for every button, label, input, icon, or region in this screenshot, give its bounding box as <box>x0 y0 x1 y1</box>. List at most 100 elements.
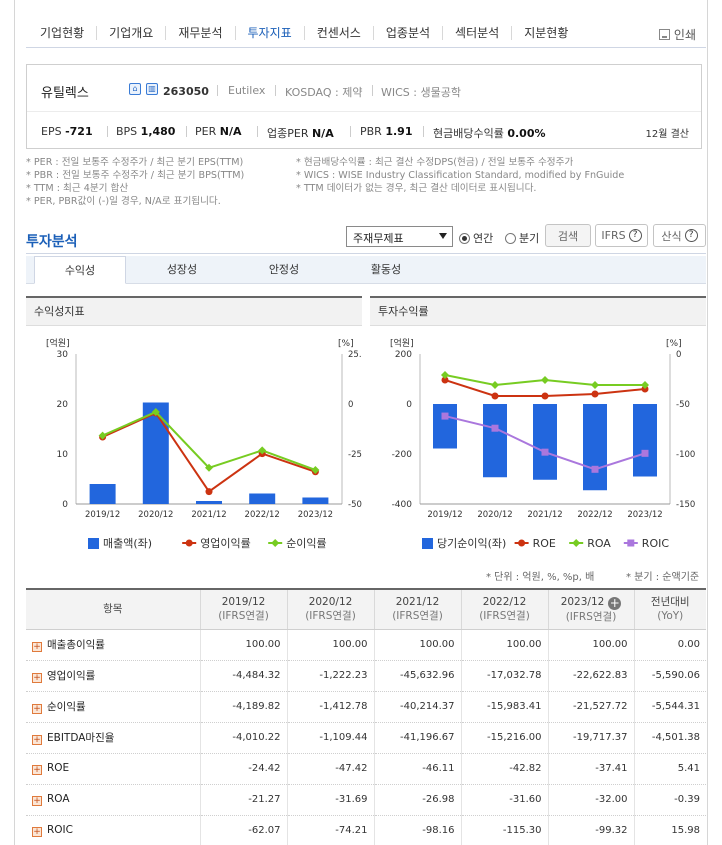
units-note: * 단위 : 억원, %, %p, 배 <box>486 572 595 583</box>
axis-unit-left: [억원] <box>46 337 70 349</box>
table-cell-yoy: -5,590.06 <box>633 660 706 692</box>
y-tick-label-right: -50. <box>348 500 362 510</box>
tab-stability[interactable]: 안정성 <box>238 256 330 284</box>
expand-row-icon[interactable]: + <box>32 704 42 714</box>
table-cell: -21,527.72 <box>547 691 634 723</box>
radio-unchecked-icon <box>505 232 516 244</box>
quarter-note: * 분기 : 순액기준 <box>626 572 700 583</box>
expand-row-icon[interactable]: + <box>32 673 42 683</box>
expand-row-icon[interactable]: + <box>32 796 42 806</box>
x-tick-label: 2020/12 <box>477 510 512 520</box>
y-tick-label-left: 10 <box>57 450 69 460</box>
divider <box>107 126 108 137</box>
table-cell-yoy: 15.98 <box>633 815 706 845</box>
notes-left: * PER : 전일 보통주 수정주가 / 최근 분기 EPS(TTM) * P… <box>26 156 244 208</box>
legend-label: ROA <box>587 537 611 550</box>
y-tick-label-right: 0 <box>348 400 353 410</box>
table-cell: -1,222.23 <box>286 660 374 692</box>
nav-item-financial-analysis[interactable]: 재무분석 <box>166 25 236 40</box>
nav-item-consensus[interactable]: 컨센서스 <box>305 25 374 40</box>
table-row: + ROIC -62.07 -74.21 -98.16 -115.30 -99.32 15.9… <box>26 815 706 845</box>
legend-label: ROE <box>533 537 556 550</box>
help-icon: ? <box>628 229 642 242</box>
statement-select-value: 주재무제표 <box>353 232 404 245</box>
expand-columns-icon[interactable]: + <box>608 596 622 610</box>
x-tick-label: 2023/12 <box>298 510 333 520</box>
nav-item-investment-indicators[interactable]: 투자지표 <box>236 25 305 40</box>
legend-marker <box>627 539 635 547</box>
radio-quarter[interactable]: 분기 <box>505 230 539 246</box>
company-summary: 유틸렉스 ⌂ ▥ 263050 Eutilex KOSDAQ : 제약 WICS… <box>26 64 702 149</box>
radio-quarter-label: 분기 <box>519 232 540 245</box>
nav-item-sector-analysis[interactable]: 섹터분석 <box>443 25 513 40</box>
x-tick-label: 2021/12 <box>191 510 226 520</box>
chart-bar <box>433 404 457 449</box>
expand-row-icon[interactable]: + <box>32 765 42 775</box>
divider <box>350 126 351 137</box>
search-button[interactable]: 검색 <box>545 224 591 247</box>
home-icon[interactable]: ⌂ <box>129 83 141 95</box>
radio-annual[interactable]: 연간 <box>459 230 493 246</box>
legend-marker <box>572 539 581 547</box>
statement-select[interactable]: 주재무제표 <box>346 226 453 247</box>
table-cell: -41,196.67 <box>373 722 461 754</box>
axis-unit-left: [억원] <box>390 337 414 349</box>
table-cell: -32.00 <box>547 784 634 816</box>
nav-item-industry-analysis[interactable]: 업종분석 <box>374 25 444 40</box>
chart-title: 수익성지표 <box>26 298 362 326</box>
expand-row-icon[interactable]: + <box>32 735 42 745</box>
y-tick-label-right: -50 <box>676 400 690 410</box>
nav-item-shareholding[interactable]: 지분현황 <box>512 26 580 40</box>
table-cell: -42.82 <box>460 753 548 785</box>
nav-item-company-status[interactable]: 기업현황 <box>26 25 98 40</box>
series-point <box>591 465 599 473</box>
series-point <box>441 412 449 420</box>
expand-row-icon[interactable]: + <box>32 827 42 837</box>
row-label[interactable]: + 매출총이익률 <box>26 629 200 661</box>
header-year: 2023/12 + (IFRS연결) <box>547 588 634 630</box>
header-year: 2021/12 (IFRS연결) <box>373 588 461 630</box>
building-icon[interactable]: ▥ <box>146 83 158 95</box>
table-cell: -46.11 <box>373 753 461 785</box>
tab-profitability[interactable]: 수익성 <box>34 256 126 284</box>
metric-dividend-yield: 현금배당수익률 0.00% <box>433 127 546 140</box>
notes-right: * 현금배당수익률 : 최근 결산 수정DPS(현금) / 전일 보통주 수정주… <box>296 156 624 195</box>
x-tick-label: 2021/12 <box>527 510 562 520</box>
table-cell: -99.32 <box>547 815 634 845</box>
table-cell: 100.00 <box>199 629 287 661</box>
series-point <box>591 381 599 389</box>
table-cell: 100.00 <box>547 629 634 661</box>
table-row: + 매출총이익률 100.00 100.00 100.00 100.00 100.00 0.0… <box>26 629 706 661</box>
tab-activity[interactable]: 활동성 <box>340 256 432 284</box>
row-label[interactable]: + ROE <box>26 753 200 785</box>
table-cell: -19,717.37 <box>547 722 634 754</box>
header-year: 2022/12 (IFRS연결) <box>460 588 548 630</box>
ifrs-help-button[interactable]: IFRS ? <box>595 224 648 247</box>
note-item: * 현금배당수익률 : 최근 결산 수정DPS(현금) / 전일 보통주 수정주… <box>296 157 574 168</box>
row-label[interactable]: + 순이익률 <box>26 691 200 723</box>
series-point <box>205 488 213 496</box>
metric-per: PER N/A <box>195 125 242 138</box>
table-cell-yoy: 0.00 <box>633 629 706 661</box>
header-yoy: 전년대비 (YoY) <box>633 588 706 630</box>
table-cell-yoy: -0.39 <box>633 784 706 816</box>
y-tick-label-left: 0 <box>406 400 412 410</box>
x-tick-label: 2023/12 <box>627 510 662 520</box>
row-label[interactable]: + EBITDA마진율 <box>26 722 200 754</box>
note-item: * WICS : WISE Industry Classification St… <box>296 170 625 181</box>
table-cell: -1,109.44 <box>286 722 374 754</box>
table-cell: -24.42 <box>199 753 287 785</box>
formula-help-button[interactable]: 산식 ? <box>653 224 706 247</box>
table-cell: -1,412.78 <box>286 691 374 723</box>
nav-item-company-overview[interactable]: 기업개요 <box>97 25 167 40</box>
legend-label: 매출액(좌) <box>103 537 152 550</box>
row-label[interactable]: + 영업이익률 <box>26 660 200 692</box>
legend-label: 영업이익률 <box>200 537 251 550</box>
expand-row-icon[interactable]: + <box>32 642 42 652</box>
tab-growth[interactable]: 성장성 <box>136 256 228 284</box>
row-label[interactable]: + ROA <box>26 784 200 816</box>
metric-bps: BPS 1,480 <box>116 125 176 138</box>
divider <box>257 126 258 137</box>
row-label[interactable]: + ROIC <box>26 815 200 845</box>
print-button[interactable]: 인쇄 <box>658 26 696 43</box>
